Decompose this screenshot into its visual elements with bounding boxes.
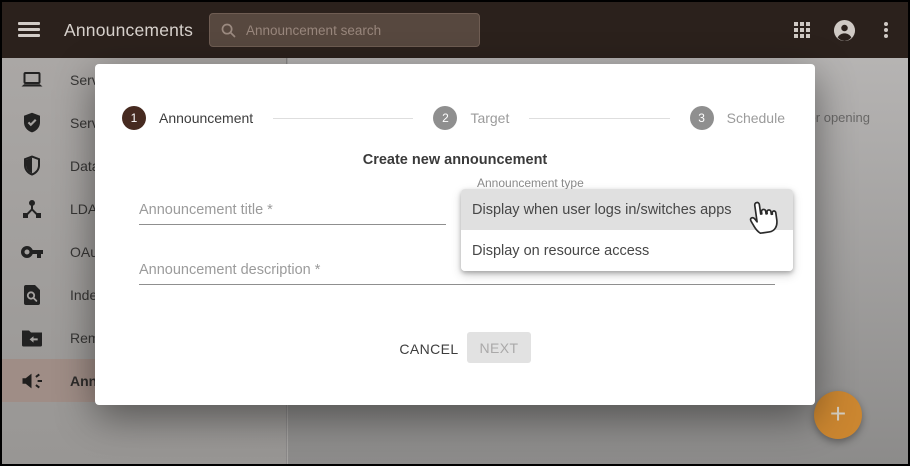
dropdown-option-resource-access[interactable]: Display on resource access — [461, 230, 793, 271]
step-connector — [273, 118, 413, 119]
folder-arrow-icon — [20, 326, 44, 350]
wizard-stepper: 1 Announcement 2 Target 3 Schedule — [122, 106, 785, 130]
dialog-title: Create new announcement — [95, 152, 815, 168]
step-number-badge: 1 — [122, 106, 146, 130]
background-partial-text: or opening — [809, 110, 870, 125]
megaphone-icon — [20, 369, 44, 393]
search-icon — [220, 22, 237, 39]
step-schedule[interactable]: 3 Schedule — [690, 106, 785, 130]
shield-check-icon — [20, 111, 44, 135]
step-number-badge: 2 — [433, 106, 457, 130]
announcement-type-label: Announcement type — [477, 176, 584, 190]
shield-half-icon — [20, 154, 44, 178]
search-input[interactable] — [246, 23, 469, 38]
step-target[interactable]: 2 Target — [433, 106, 509, 130]
laptop-icon — [20, 68, 44, 92]
dropdown-option-login-switch[interactable]: Display when user logs in/switches apps — [461, 189, 793, 230]
plus-icon: + — [830, 400, 846, 428]
announcement-title-input[interactable] — [139, 200, 446, 225]
announcement-title-field — [139, 200, 446, 225]
add-announcement-fab[interactable]: + — [814, 391, 862, 439]
account-icon[interactable] — [832, 2, 856, 58]
app-window: Announcements — [0, 0, 910, 466]
key-icon — [20, 240, 44, 264]
create-announcement-dialog: 1 Announcement 2 Target 3 Schedule Creat… — [95, 64, 815, 405]
search-box[interactable] — [209, 13, 480, 47]
topbar: Announcements — [2, 2, 908, 58]
step-connector — [529, 118, 669, 119]
document-search-icon — [20, 283, 44, 307]
step-announcement[interactable]: 1 Announcement — [122, 106, 253, 130]
hub-icon — [20, 197, 44, 221]
more-vert-icon[interactable] — [879, 2, 893, 58]
announcement-type-dropdown: Display when user logs in/switches apps … — [461, 189, 793, 271]
next-button[interactable]: NEXT — [467, 332, 531, 363]
hamburger-menu-icon[interactable] — [18, 22, 40, 38]
apps-grid-icon[interactable] — [792, 2, 812, 58]
step-number-badge: 3 — [690, 106, 714, 130]
page-title: Announcements — [64, 2, 193, 58]
cancel-button[interactable]: CANCEL — [394, 336, 464, 362]
